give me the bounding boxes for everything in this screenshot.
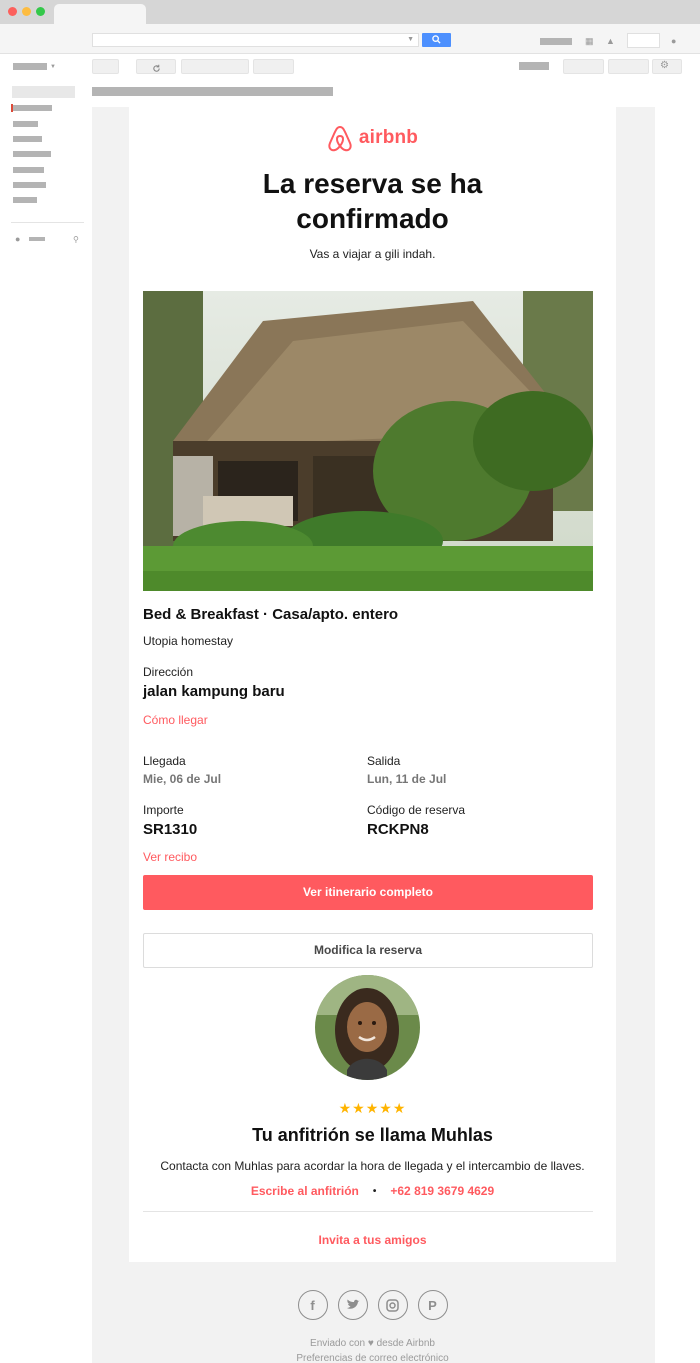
amount-label: Importe [143, 803, 184, 817]
close-window-button[interactable] [8, 7, 17, 16]
search-input[interactable]: ▼ [92, 33, 419, 47]
sidebar-item-drafts[interactable] [13, 167, 44, 173]
address-value: jalan kampung baru [143, 683, 285, 700]
instagram-icon[interactable] [377, 1290, 408, 1320]
user-icon[interactable]: ● [15, 234, 20, 244]
refresh-button[interactable] [136, 59, 176, 74]
reservation-code-label: Código de reserva [367, 803, 466, 817]
trip-subtitle: Vas a viajar a gili indah. [309, 247, 436, 261]
sidebar-item-starred[interactable] [13, 121, 38, 127]
maximize-window-button[interactable] [36, 7, 45, 16]
invite-friends-link[interactable]: Invita a tus amigos [129, 1233, 616, 1247]
older-button[interactable] [563, 59, 604, 74]
sidebar-item-sent[interactable] [13, 151, 51, 157]
email-subject-placeholder [92, 87, 333, 96]
airbnb-logo-text: airbnb [358, 127, 419, 148]
host-heading: Tu anfitrión se llama Muhlas [252, 1125, 493, 1145]
compose-button-placeholder[interactable] [12, 86, 75, 98]
section-divider [143, 1211, 593, 1212]
more-button[interactable] [181, 59, 249, 74]
write-host-link[interactable]: Escribe al anfitrión [251, 1184, 359, 1198]
receipt-link[interactable]: Ver recibo [143, 850, 197, 864]
modify-reservation-button[interactable]: Modifica la reserva [143, 933, 593, 968]
browser-titlebar [0, 0, 700, 24]
sidebar-item-important[interactable] [13, 136, 42, 142]
airbnb-logo[interactable]: airbnb [129, 124, 616, 152]
twitter-icon[interactable] [337, 1290, 368, 1320]
user-avatar-icon[interactable]: ● [671, 36, 676, 46]
sidebar-item-inbox[interactable] [13, 105, 52, 111]
host-phone-link[interactable]: +62 819 3679 4629 [390, 1184, 494, 1198]
newer-button[interactable] [608, 59, 649, 74]
checkout-label: Salida [367, 754, 401, 768]
select-checkbox-button[interactable] [92, 59, 119, 74]
host-rating-stars: ★★★★★ [338, 1100, 407, 1116]
search-icon [432, 35, 441, 44]
email-preferences-link[interactable]: Preferencias de correo electrónico [129, 1353, 616, 1363]
chevron-down-icon[interactable]: ▼ [50, 62, 56, 72]
search-icon[interactable]: ⚲ [73, 235, 79, 245]
sidebar-divider [11, 222, 84, 223]
browser-tab[interactable] [54, 4, 146, 24]
footer-sent-with: Enviado con ♥ desde Airbnb [310, 1338, 435, 1349]
directions-link[interactable]: Cómo llegar [143, 713, 208, 727]
amount-value: SR1310 [143, 821, 198, 838]
refresh-icon [153, 64, 160, 72]
checkin-label: Llegada [143, 754, 186, 768]
sidebar-item-more[interactable] [13, 182, 46, 188]
host-description: Contacta con Muhlas para acordar la hora… [160, 1159, 585, 1173]
pagination-placeholder [519, 62, 549, 70]
labels-button[interactable] [253, 59, 294, 74]
account-name-placeholder[interactable] [540, 38, 572, 45]
gear-icon: ⚙ [660, 60, 669, 71]
sidebar-item-extra[interactable] [13, 197, 37, 203]
airbnb-logo-icon [328, 125, 352, 152]
facebook-icon[interactable]: f [297, 1290, 328, 1320]
pinterest-icon[interactable]: P [417, 1290, 448, 1320]
chevron-down-icon[interactable]: ▼ [407, 35, 414, 45]
chat-user-placeholder[interactable] [29, 237, 45, 241]
view-itinerary-button[interactable]: Ver itinerario completo [143, 875, 593, 910]
confirmation-title: La reserva se ha confirmado [262, 168, 483, 234]
social-links: f P [129, 1290, 616, 1320]
apps-grid-icon[interactable]: ▦ [585, 36, 594, 46]
settings-button[interactable]: ⚙ [652, 59, 682, 74]
reservation-code-value: RCKPN8 [367, 821, 429, 838]
listing-photo[interactable] [143, 291, 593, 591]
listing-type: Bed & Breakfast · Casa/apto. entero [143, 606, 399, 623]
listing-name: Utopia homestay [143, 634, 234, 648]
minimize-window-button[interactable] [22, 7, 31, 16]
search-button[interactable] [422, 33, 451, 47]
browser-toolbar: ▼ ▦ ▲ ● [0, 24, 700, 54]
address-label: Dirección [143, 665, 194, 679]
checkout-value: Lun, 11 de Jul [367, 772, 447, 786]
host-contact-row: Escribe al anfitrión • +62 819 3679 4629 [129, 1184, 616, 1198]
host-avatar[interactable] [315, 975, 420, 1080]
mail-label-placeholder[interactable] [13, 63, 47, 70]
checkin-value: Mie, 06 de Jul [143, 772, 222, 786]
notifications-bell-icon[interactable]: ▲ [606, 36, 615, 46]
share-box[interactable] [627, 33, 660, 48]
contact-separator: • [372, 1185, 377, 1197]
